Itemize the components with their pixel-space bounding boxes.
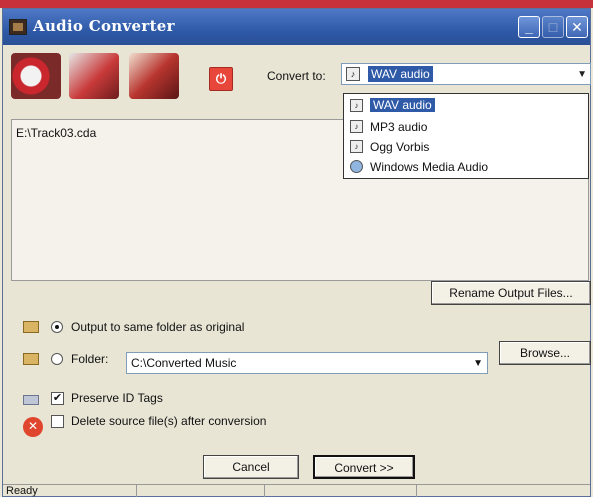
maximize-icon[interactable]: □ [542,16,564,38]
top-red-strip [0,0,593,8]
audio-file-icon: ♪ [346,67,360,81]
power-icon[interactable]: ⏻ [209,67,233,91]
windows-media-icon [350,160,363,173]
rename-output-files-button[interactable]: Rename Output Files... [431,281,591,305]
audio-file-icon: ♪ [350,99,363,112]
same-folder-label: Output to same folder as original [71,320,245,334]
custom-folder-radio[interactable] [51,353,63,365]
same-folder-radio[interactable] [51,321,63,333]
tag-icon [23,395,39,405]
format-option-ogg[interactable]: ♪ Ogg Vorbis [344,137,588,158]
cancel-button[interactable]: Cancel [203,455,299,479]
format-option-label: WAV audio [370,98,435,112]
folder-label: Folder: [71,352,109,366]
convert-button[interactable]: Convert >> [313,455,415,479]
format-option-mp3[interactable]: ♪ MP3 audio [344,117,588,138]
delete-source-checkbox[interactable] [51,415,64,428]
preserve-tags-checkbox[interactable]: ✔ [51,392,64,405]
delete-icon: ✕ [23,417,43,437]
folder-path-value: C:\Converted Music [131,356,237,370]
format-option-label: Ogg Vorbis [370,140,430,154]
browse-button[interactable]: Browse... [499,341,591,365]
cd-tracks-icon[interactable] [11,53,61,99]
status-bar: Ready [3,484,590,497]
folder-icon [23,353,39,365]
folder-icon [23,321,39,333]
folder-path-select[interactable]: C:\Converted Music ▼ [126,352,488,374]
status-cell [265,485,417,497]
format-option-label: Windows Media Audio [370,160,489,174]
format-option-wav[interactable]: ♪ WAV audio [344,96,588,117]
audio-converter-window: Audio Converter _ □ ✕ ⏻ Convert to: ♪ WA… [2,8,591,497]
delete-source-label: Delete source file(s) after conversion [71,414,267,428]
window-title: Audio Converter [33,17,175,35]
app-icon [9,19,27,35]
status-text: Ready [3,485,137,497]
minimize-icon[interactable]: _ [518,16,540,38]
title-bar[interactable]: Audio Converter _ □ ✕ [3,9,590,45]
preserve-tags-label: Preserve ID Tags [71,391,163,405]
music-icon[interactable] [129,53,179,99]
format-select[interactable]: ♪ WAV audio ▼ [341,63,591,85]
chevron-down-icon[interactable]: ▼ [473,358,483,369]
audio-file-icon: ♪ [350,120,363,133]
status-cell [137,485,265,497]
format-option-label: MP3 audio [370,120,428,134]
status-cell [417,485,590,497]
format-option-wma[interactable]: Windows Media Audio [344,157,588,178]
list-item[interactable]: E:\Track03.cda [16,126,96,140]
format-dropdown-list: ♪ WAV audio ♪ MP3 audio ♪ Ogg Vorbis Win… [343,93,589,179]
format-selected-value: WAV audio [368,66,433,82]
audio-file-icon: ♪ [350,140,363,153]
chevron-down-icon[interactable]: ▼ [577,69,587,80]
convert-to-label: Convert to: [267,69,326,83]
trash-icon[interactable] [69,53,119,99]
close-icon[interactable]: ✕ [566,16,588,38]
